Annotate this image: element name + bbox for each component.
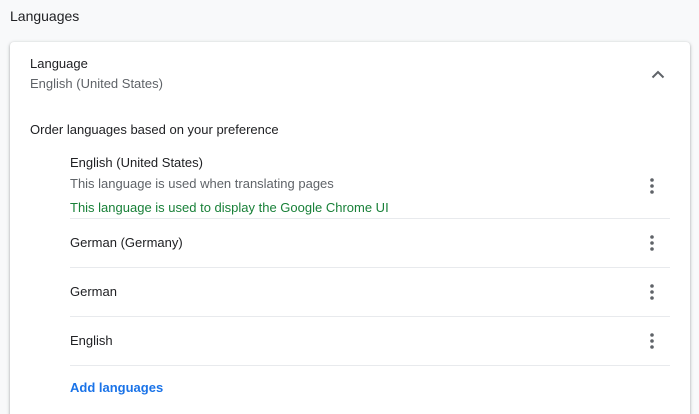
more-vert-icon <box>650 235 654 251</box>
order-languages-label: Order languages based on your preference <box>30 122 279 137</box>
settings-page: Languages Language English (United State… <box>0 0 699 414</box>
more-actions-button[interactable] <box>640 280 664 304</box>
more-vert-icon <box>650 178 654 194</box>
add-languages-button[interactable]: Add languages <box>70 379 163 397</box>
language-row: English (United States) This language is… <box>70 146 670 219</box>
language-expander-value: English (United States) <box>30 76 163 91</box>
language-list: English (United States) This language is… <box>70 146 670 366</box>
language-name: English (United States) <box>70 155 203 170</box>
translate-note: This language is used when translating p… <box>70 176 334 191</box>
more-actions-button[interactable] <box>640 231 664 255</box>
language-name: German <box>70 284 117 299</box>
language-expander[interactable]: Language English (United States) <box>10 42 690 106</box>
ui-language-note: This language is used to display the Goo… <box>70 200 389 215</box>
language-row: German <box>70 268 670 317</box>
language-name: German (Germany) <box>70 235 183 250</box>
language-expander-title: Language <box>30 56 88 71</box>
more-actions-button[interactable] <box>640 174 664 198</box>
chevron-up-icon <box>651 70 665 78</box>
languages-card: Language English (United States) Order l… <box>10 42 690 414</box>
language-name: English <box>70 333 113 348</box>
more-actions-button[interactable] <box>640 329 664 353</box>
section-title: Languages <box>10 8 80 24</box>
collapse-button[interactable] <box>646 62 670 86</box>
more-vert-icon <box>650 333 654 349</box>
more-vert-icon <box>650 284 654 300</box>
language-row: German (Germany) <box>70 219 670 268</box>
language-row: English <box>70 317 670 366</box>
